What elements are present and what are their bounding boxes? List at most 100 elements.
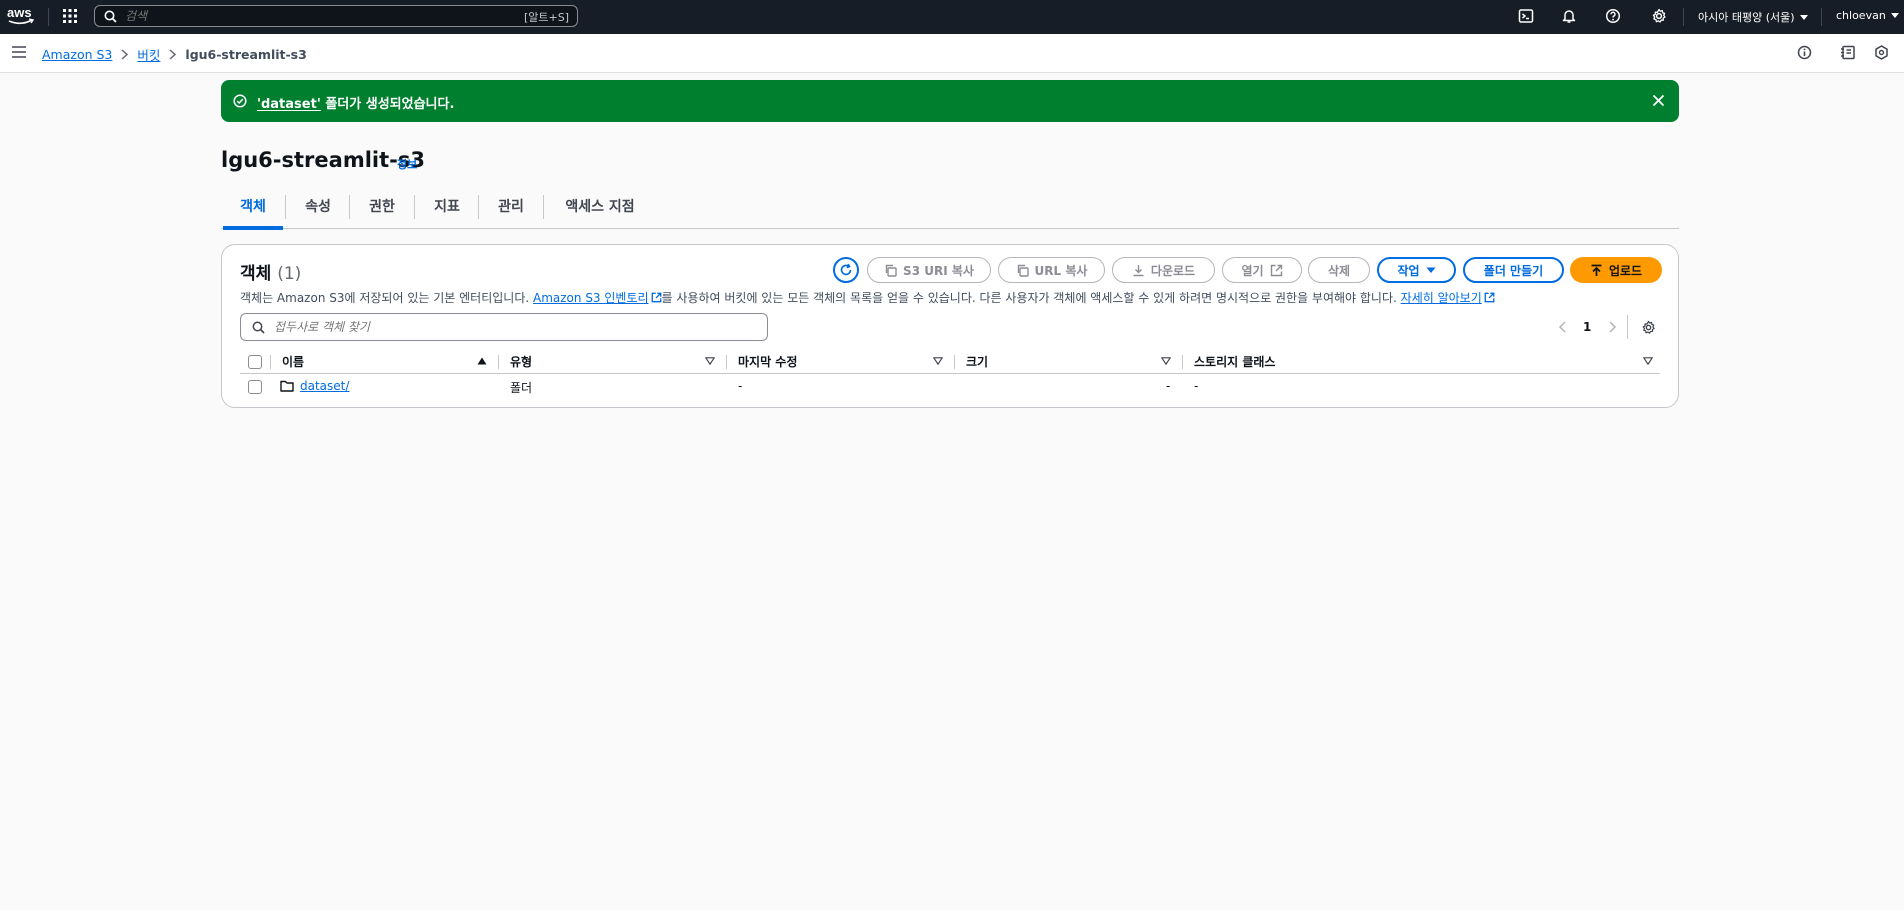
object-name-cell: dataset/ bbox=[300, 379, 349, 393]
info-link[interactable]: 정보 bbox=[397, 156, 417, 172]
column-divider bbox=[1182, 355, 1183, 369]
copy-url-label: URL 복사 bbox=[1034, 263, 1088, 278]
tab-properties[interactable]: 속성 bbox=[287, 190, 349, 226]
open-label: 열기 bbox=[1241, 263, 1264, 278]
refresh-button[interactable] bbox=[833, 257, 859, 283]
close-icon[interactable] bbox=[1652, 94, 1665, 107]
region-label: 아시아 태평양 (서울) bbox=[1698, 11, 1795, 24]
region-selector[interactable]: 아시아 태평양 (서울) bbox=[1698, 9, 1808, 25]
bell-icon[interactable] bbox=[1561, 8, 1579, 26]
object-size-cell: - bbox=[1166, 379, 1171, 393]
menu-icon[interactable] bbox=[12, 46, 26, 58]
download-label: 다운로드 bbox=[1150, 263, 1196, 278]
nav-divider bbox=[1821, 8, 1822, 26]
column-divider bbox=[270, 355, 271, 369]
actions-label: 작업 bbox=[1397, 263, 1420, 278]
table-row[interactable]: dataset/ 폴더 - - - bbox=[240, 375, 1660, 399]
user-name: chloevan bbox=[1836, 9, 1886, 22]
caret-down-icon bbox=[1426, 267, 1436, 273]
table-settings-icon[interactable] bbox=[1641, 320, 1656, 335]
create-folder-label: 폴더 만들기 bbox=[1483, 263, 1544, 278]
flash-folder-name[interactable]: 'dataset' bbox=[257, 97, 321, 112]
sort-icon[interactable] bbox=[705, 357, 715, 365]
object-storage-cell: - bbox=[1194, 379, 1199, 393]
global-search[interactable]: [알트+S] bbox=[94, 5, 578, 27]
check-circle-icon bbox=[233, 94, 247, 108]
sort-icon[interactable] bbox=[933, 357, 943, 365]
inventory-link[interactable]: Amazon S3 인벤토리 bbox=[533, 291, 649, 305]
copy-url-button[interactable]: URL 복사 bbox=[998, 257, 1105, 283]
amazon-q-icon[interactable] bbox=[1874, 45, 1889, 60]
settings-icon[interactable] bbox=[1651, 8, 1669, 26]
create-folder-button[interactable]: 폴더 만들기 bbox=[1463, 257, 1564, 283]
tab-permissions[interactable]: 권한 bbox=[351, 190, 413, 226]
top-navigation: aws [알트+S] 아시아 태평양 (서울) chloevan bbox=[0, 0, 1904, 34]
svg-text:aws: aws bbox=[7, 5, 32, 20]
chevron-right-icon[interactable] bbox=[1609, 321, 1617, 333]
sort-icon[interactable] bbox=[1643, 357, 1653, 365]
tab-divider bbox=[285, 195, 286, 219]
external-link-icon bbox=[1270, 264, 1282, 276]
object-name-link[interactable]: dataset/ bbox=[300, 379, 349, 393]
chevron-right-icon bbox=[169, 49, 177, 60]
download-icon bbox=[1133, 264, 1144, 276]
breadcrumb-link-buckets[interactable]: 버킷 bbox=[137, 45, 160, 64]
services-grid-icon[interactable] bbox=[62, 8, 80, 26]
flash-text: 폴더가 생성되었습니다. bbox=[320, 97, 455, 112]
nav-divider bbox=[48, 8, 49, 26]
open-button[interactable]: 열기 bbox=[1222, 257, 1302, 283]
learn-more-link[interactable]: 자세히 알아보기 bbox=[1401, 291, 1482, 305]
column-storage-class[interactable]: 스토리지 클래스 bbox=[1194, 353, 1275, 370]
desc-text-1: 객체는 Amazon S3에 저장되어 있는 기본 엔터티입니다. bbox=[240, 291, 533, 305]
chevron-right-icon bbox=[121, 49, 129, 60]
cloudshell-icon[interactable] bbox=[1518, 8, 1536, 26]
actions-dropdown[interactable]: 작업 bbox=[1377, 257, 1456, 283]
upload-label: 업로드 bbox=[1608, 263, 1643, 278]
page-number[interactable]: 1 bbox=[1583, 320, 1591, 334]
breadcrumb-current: lgu6-streamlit-s3 bbox=[185, 47, 307, 62]
column-divider bbox=[954, 355, 955, 369]
tab-divider bbox=[543, 195, 544, 219]
delete-label: 삭제 bbox=[1327, 263, 1351, 278]
tab-access-points[interactable]: 액세스 지점 bbox=[545, 190, 655, 226]
objects-title-text: 객체 bbox=[240, 264, 272, 284]
bucket-tabs: 객체 속성 권한 지표 관리 액세스 지점 bbox=[221, 190, 1679, 230]
row-checkbox[interactable] bbox=[248, 380, 262, 394]
tab-management[interactable]: 관리 bbox=[480, 190, 542, 226]
download-button[interactable]: 다운로드 bbox=[1112, 257, 1215, 283]
column-type[interactable]: 유형 bbox=[510, 353, 532, 370]
search-icon bbox=[104, 10, 117, 23]
object-filter-input[interactable] bbox=[274, 318, 754, 336]
copy-s3-uri-button[interactable]: S3 URI 복사 bbox=[867, 257, 991, 283]
search-shortcut: [알트+S] bbox=[523, 11, 569, 24]
column-last-modified[interactable]: 마지막 수정 bbox=[738, 353, 797, 370]
copy-icon bbox=[885, 264, 897, 277]
notes-panel-icon[interactable] bbox=[1840, 45, 1856, 60]
object-type-cell: 폴더 bbox=[510, 381, 533, 395]
sort-icon[interactable] bbox=[1161, 357, 1171, 365]
sort-ascending-icon[interactable] bbox=[477, 357, 487, 365]
account-menu[interactable]: chloevan bbox=[1836, 9, 1899, 22]
success-flashbar: 'dataset' 폴더가 생성되었습니다. bbox=[221, 80, 1679, 122]
aws-logo[interactable]: aws bbox=[6, 5, 36, 27]
breadcrumb-link-s3[interactable]: Amazon S3 bbox=[42, 47, 112, 62]
breadcrumb: Amazon S3 버킷 lgu6-streamlit-s3 bbox=[42, 45, 307, 64]
upload-button[interactable]: 업로드 bbox=[1570, 257, 1662, 283]
table-header: 이름 유형 마지막 수정 크기 스토리지 클래스 bbox=[240, 351, 1660, 374]
breadcrumb-bar: Amazon S3 버킷 lgu6-streamlit-s3 bbox=[0, 34, 1904, 73]
tab-metrics[interactable]: 지표 bbox=[416, 190, 478, 226]
column-name[interactable]: 이름 bbox=[282, 353, 304, 370]
select-all-checkbox[interactable] bbox=[248, 355, 262, 369]
chevron-left-icon[interactable] bbox=[1558, 321, 1566, 333]
column-divider bbox=[726, 355, 727, 369]
delete-button[interactable]: 삭제 bbox=[1308, 257, 1370, 283]
help-icon[interactable] bbox=[1605, 8, 1623, 26]
info-panel-icon[interactable] bbox=[1797, 45, 1812, 60]
tab-objects[interactable]: 객체 bbox=[223, 190, 283, 230]
desc-text-2: 를 사용하여 버킷에 있는 모든 객체의 목록을 얻을 수 있습니다. 다른 사… bbox=[661, 291, 1401, 305]
object-filter[interactable] bbox=[240, 313, 768, 341]
folder-icon bbox=[280, 380, 294, 392]
column-size[interactable]: 크기 bbox=[966, 353, 988, 370]
global-search-input[interactable] bbox=[125, 7, 505, 25]
refresh-icon bbox=[840, 263, 852, 276]
